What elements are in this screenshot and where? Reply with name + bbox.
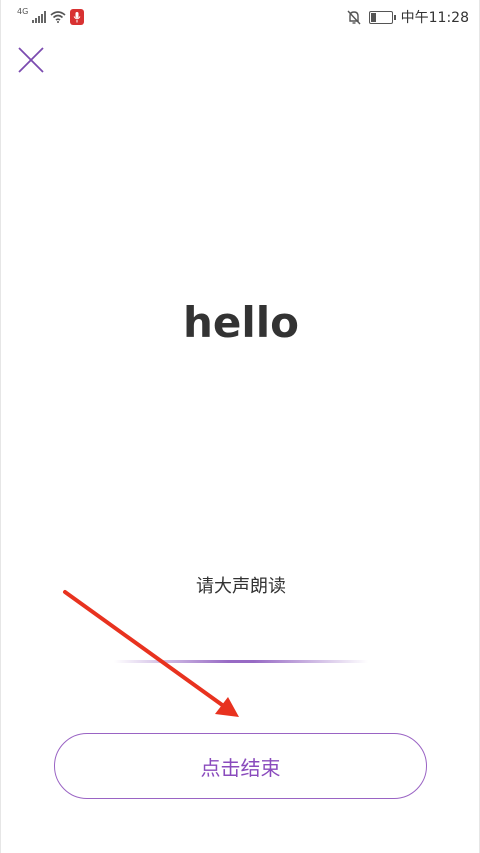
status-left: 4G [17, 6, 85, 26]
status-right: 中午11:28 [347, 7, 469, 27]
wifi-icon [50, 11, 66, 23]
red-arrow-annotation [63, 590, 239, 717]
bell-muted-icon [347, 10, 361, 24]
read-aloud-prompt: 请大声朗读 [196, 576, 286, 597]
battery-icon [368, 10, 396, 24]
close-icon[interactable] [17, 46, 45, 74]
microphone-recording-icon [70, 9, 85, 25]
voice-level-meter [114, 660, 368, 663]
reading-word: hello [182, 298, 300, 347]
clock: 中午11:28 [400, 10, 469, 26]
signal-icon [32, 11, 47, 23]
status-bar: 4G 中午11:28 [1, 0, 480, 34]
end-recording-button[interactable]: 点击结束 [54, 733, 427, 799]
network-type: 4G [17, 6, 29, 16]
